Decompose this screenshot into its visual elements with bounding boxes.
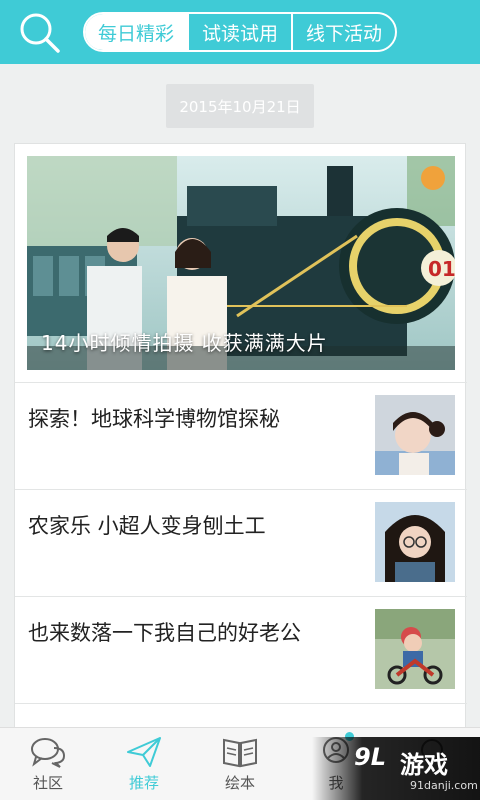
article-thumbnail <box>375 609 455 689</box>
tab-trial-reading[interactable]: 试读试用 <box>187 14 291 50</box>
svg-text:01: 01 <box>428 257 455 281</box>
list-item[interactable]: 探索！地球科学博物馆探秘 <box>15 382 467 488</box>
list-item[interactable]: 农家乐 小超人变身刨土工 <box>15 489 467 595</box>
open-book-icon <box>223 738 257 768</box>
article-title: 探索！地球科学博物馆探秘 <box>28 407 280 431</box>
watermark-logo: 9L <box>354 743 386 771</box>
nav-label: 社区 <box>32 774 63 792</box>
tab-offline-events[interactable]: 线下活动 <box>291 14 395 50</box>
paper-plane-icon <box>127 737 161 767</box>
nav-recommend[interactable]: 推荐 <box>96 728 192 800</box>
top-bar: 每日精彩 试读试用 线下活动 <box>0 0 480 64</box>
hero-article[interactable]: 01 14小时倾情拍摄 收获满满大片 <box>27 156 455 370</box>
hero-caption: 14小时倾情拍摄 收获满满大片 <box>41 331 328 355</box>
nav-community[interactable]: 社区 <box>0 728 96 800</box>
list-item[interactable]: 也来数落一下我自己的好老公 <box>15 596 467 702</box>
article-title: 也来数落一下我自己的好老公 <box>28 621 301 645</box>
tab-group: 每日精彩 试读试用 线下活动 <box>83 12 397 52</box>
tab-daily-highlights[interactable]: 每日精彩 <box>85 14 187 50</box>
watermark-url: 91danji.com <box>410 779 478 792</box>
search-button[interactable] <box>14 8 64 58</box>
feed-card: 01 14小时倾情拍摄 收获满满大片 探索！地球科学博物馆探秘 农家乐 小超人变… <box>14 143 467 800</box>
watermark-brand: 游戏 <box>400 751 448 779</box>
nav-picture-books[interactable]: 绘本 <box>192 728 288 800</box>
article-thumbnail <box>375 502 455 582</box>
nav-label: 推荐 <box>128 774 159 792</box>
search-icon <box>20 13 60 53</box>
nav-label: 绘本 <box>224 774 255 792</box>
article-thumbnail <box>375 395 455 475</box>
site-watermark: 9L 游戏 91danji.com <box>312 737 480 800</box>
article-title: 农家乐 小超人变身刨土工 <box>28 514 266 538</box>
chat-bubbles-icon <box>31 738 66 768</box>
date-label: 2015年10月21日 <box>166 84 314 128</box>
